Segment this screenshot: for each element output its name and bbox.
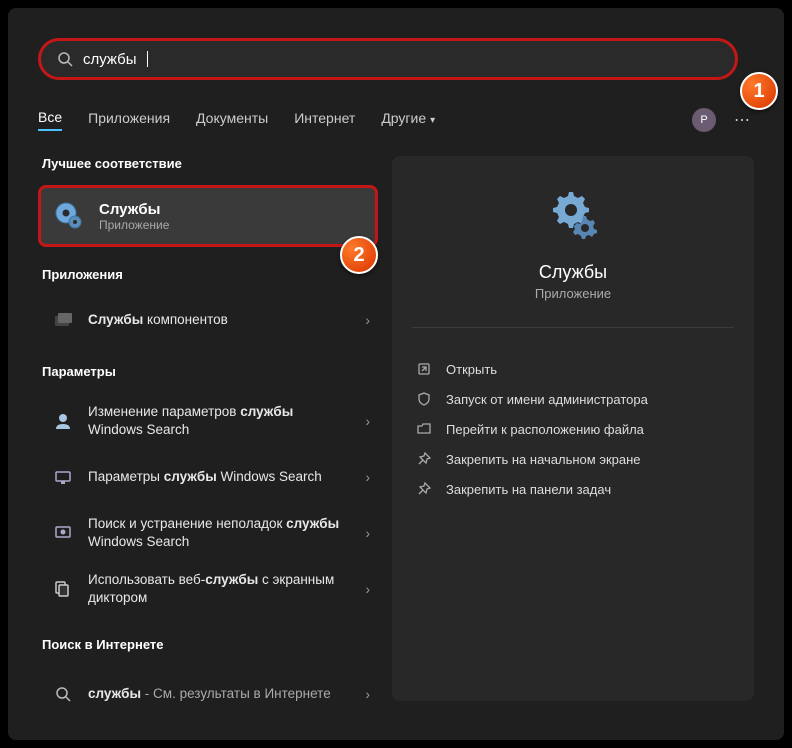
result-text: службы - См. результаты в Интернете [88, 685, 351, 703]
chevron-right-icon: › [365, 581, 370, 597]
action-open-file-location[interactable]: Перейти к расположению файла [412, 414, 734, 444]
folder-icon [416, 421, 432, 437]
action-label: Перейти к расположению файла [446, 422, 644, 437]
tab-more[interactable]: Другие▾ [381, 110, 435, 130]
troubleshoot-icon [52, 522, 74, 544]
tab-documents[interactable]: Документы [196, 110, 268, 130]
start-menu-panel: службы Все Приложения Документы Интернет… [8, 8, 784, 740]
settings-icon [52, 466, 74, 488]
result-search-troubleshoot[interactable]: Поиск и устранение неполадок службы Wind… [38, 505, 378, 561]
chevron-right-icon: › [365, 525, 370, 541]
chevron-right-icon: › [365, 312, 370, 328]
preview-panel: Службы Приложение Открыть Запуск от имен… [392, 156, 754, 701]
result-text: Службы компонентов [88, 311, 351, 329]
action-run-as-admin[interactable]: Запуск от имени администратора [412, 384, 734, 414]
text-cursor [147, 51, 148, 67]
search-icon [52, 683, 74, 705]
tab-internet[interactable]: Интернет [294, 110, 355, 130]
preview-title: Службы [412, 262, 734, 283]
tab-apps[interactable]: Приложения [88, 110, 170, 130]
filter-tabs: Все Приложения Документы Интернет Другие… [38, 108, 754, 132]
result-search-service-params[interactable]: Параметры службы Windows Search › [38, 449, 378, 505]
callout-badge-2: 2 [340, 236, 378, 274]
more-button[interactable]: ⋯ [730, 108, 754, 132]
settings-icon [52, 410, 74, 432]
best-match-item[interactable]: Службы Приложение [38, 185, 378, 247]
action-label: Открыть [446, 362, 497, 377]
action-pin-taskbar[interactable]: Закрепить на панели задач [412, 474, 734, 504]
result-text: Использовать веб-службы с экранным дикто… [88, 571, 351, 607]
preview-app-icon [546, 186, 600, 240]
user-avatar[interactable]: P [692, 108, 716, 132]
result-web-search[interactable]: службы - См. результаты в Интернете › [38, 666, 378, 722]
section-settings: Параметры [42, 364, 378, 379]
component-services-icon [52, 309, 74, 331]
tab-all[interactable]: Все [38, 109, 62, 131]
action-label: Запуск от имени администратора [446, 392, 648, 407]
section-web: Поиск в Интернете [42, 637, 378, 652]
action-label: Закрепить на панели задач [446, 482, 611, 497]
result-narrator-web-services[interactable]: Использовать веб-службы с экранным дикто… [38, 561, 378, 617]
chevron-down-icon: ▾ [430, 115, 435, 126]
services-gear-icon [53, 200, 85, 232]
best-match-subtitle: Приложение [99, 218, 169, 232]
shield-icon [416, 391, 432, 407]
chevron-right-icon: › [365, 413, 370, 429]
search-text: службы [83, 51, 137, 68]
chevron-right-icon: › [365, 469, 370, 485]
search-bar[interactable]: службы [38, 38, 738, 80]
action-pin-start[interactable]: Закрепить на начальном экране [412, 444, 734, 474]
results-column: Лучшее соответствие Службы Приложение Пр… [38, 156, 378, 722]
preview-subtitle: Приложение [412, 286, 734, 328]
section-best-match: Лучшее соответствие [42, 156, 378, 171]
search-icon [57, 51, 73, 67]
pin-icon [416, 481, 432, 497]
section-apps: Приложения [42, 267, 378, 282]
result-text: Параметры службы Windows Search [88, 468, 351, 486]
action-label: Закрепить на начальном экране [446, 452, 641, 467]
best-match-title: Службы [99, 201, 169, 218]
result-component-services[interactable]: Службы компонентов › [38, 296, 378, 344]
result-text: Изменение параметров службы Windows Sear… [88, 403, 351, 439]
action-open[interactable]: Открыть [412, 354, 734, 384]
pin-icon [416, 451, 432, 467]
narrator-icon [52, 578, 74, 600]
result-text: Поиск и устранение неполадок службы Wind… [88, 515, 351, 551]
chevron-right-icon: › [365, 686, 370, 702]
open-icon [416, 361, 432, 377]
result-search-service-params-change[interactable]: Изменение параметров службы Windows Sear… [38, 393, 378, 449]
callout-badge-1: 1 [740, 72, 778, 110]
